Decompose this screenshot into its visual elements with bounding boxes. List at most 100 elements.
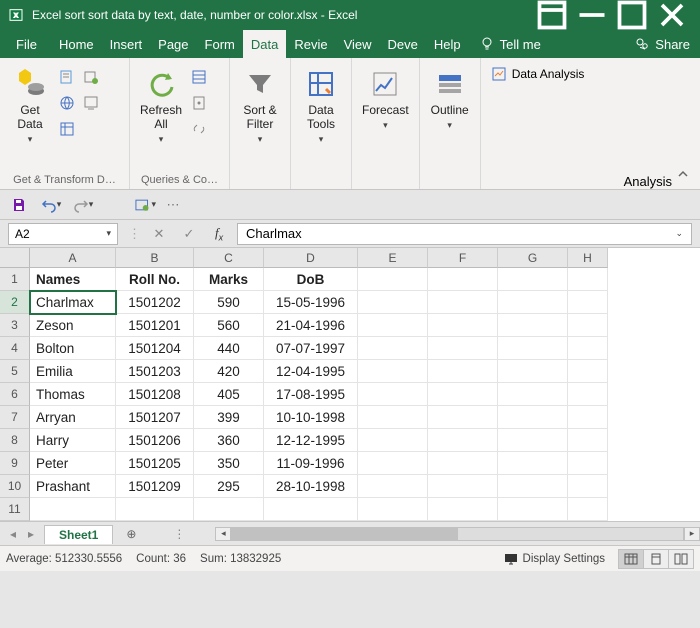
column-header-C[interactable]: C [194,248,264,268]
cell-C7[interactable]: 399 [194,406,264,429]
row-header-4[interactable]: 4 [0,337,30,360]
cell-C8[interactable]: 360 [194,429,264,452]
tab-home[interactable]: Home [51,30,102,58]
data-analysis-button[interactable]: Data Analysis [489,64,692,84]
queries-connections-button[interactable] [188,66,210,88]
row-header-7[interactable]: 7 [0,406,30,429]
cell-D2[interactable]: 15-05-1996 [264,291,358,314]
cell-F3[interactable] [428,314,498,337]
cell-F7[interactable] [428,406,498,429]
new-sheet-button[interactable]: ⊕ [119,524,143,544]
cell-C11[interactable] [194,498,264,521]
cell-E2[interactable] [358,291,428,314]
row-header-11[interactable]: 11 [0,498,30,521]
tab-view[interactable]: View [336,30,380,58]
from-table-range-button[interactable] [56,118,78,140]
tab-insert[interactable]: Insert [102,30,151,58]
row-header-9[interactable]: 9 [0,452,30,475]
row-header-3[interactable]: 3 [0,314,30,337]
from-text-csv-button[interactable] [56,66,78,88]
cell-E3[interactable] [358,314,428,337]
cell-D4[interactable]: 07-07-1997 [264,337,358,360]
cell-B10[interactable]: 1501209 [116,475,194,498]
cell-C3[interactable]: 560 [194,314,264,337]
ribbon-display-options[interactable] [532,0,572,30]
get-data-button[interactable]: Get Data ▾ [6,62,54,145]
cell-E1[interactable] [358,268,428,291]
cell-A11[interactable] [30,498,116,521]
page-break-view-button[interactable] [668,549,694,569]
cell-H2[interactable] [568,291,608,314]
cell-A8[interactable]: Harry [30,429,116,452]
cell-E10[interactable] [358,475,428,498]
cell-B11[interactable] [116,498,194,521]
tab-data[interactable]: Data [243,30,286,58]
cell-D11[interactable] [264,498,358,521]
row-header-5[interactable]: 5 [0,360,30,383]
share-button[interactable]: Share [624,30,700,58]
cell-B3[interactable]: 1501201 [116,314,194,337]
cell-H8[interactable] [568,429,608,452]
cell-H1[interactable] [568,268,608,291]
column-header-H[interactable]: H [568,248,608,268]
cell-B5[interactable]: 1501203 [116,360,194,383]
save-button[interactable] [8,194,30,216]
column-header-E[interactable]: E [358,248,428,268]
outline-button[interactable]: Outline ▾ [426,62,474,131]
row-header-1[interactable]: 1 [0,268,30,291]
cell-C5[interactable]: 420 [194,360,264,383]
cell-E5[interactable] [358,360,428,383]
cell-F11[interactable] [428,498,498,521]
maximize-button[interactable] [612,0,652,30]
cell-E4[interactable] [358,337,428,360]
cell-G11[interactable] [498,498,568,521]
cell-B7[interactable]: 1501207 [116,406,194,429]
cell-G8[interactable] [498,429,568,452]
name-box[interactable]: A2 ▾ [8,223,118,245]
cell-C10[interactable]: 295 [194,475,264,498]
cell-G6[interactable] [498,383,568,406]
forecast-button[interactable]: Forecast ▾ [358,62,413,131]
cell-C9[interactable]: 350 [194,452,264,475]
properties-button[interactable] [188,92,210,114]
cell-D5[interactable]: 12-04-1995 [264,360,358,383]
cell-A9[interactable]: Peter [30,452,116,475]
cell-A7[interactable]: Arryan [30,406,116,429]
from-web-button[interactable] [56,92,78,114]
cell-H11[interactable] [568,498,608,521]
column-header-B[interactable]: B [116,248,194,268]
cell-C2[interactable]: 590 [194,291,264,314]
cell-F8[interactable] [428,429,498,452]
existing-connections-button[interactable] [80,92,102,114]
cell-D3[interactable]: 21-04-1996 [264,314,358,337]
cell-E6[interactable] [358,383,428,406]
scroll-right-button[interactable]: ▸ [684,527,700,541]
collapse-ribbon-button[interactable] [674,165,692,183]
column-header-F[interactable]: F [428,248,498,268]
horizontal-scrollbar[interactable]: ◂ ▸ [215,526,700,542]
cell-G5[interactable] [498,360,568,383]
worksheet-grid[interactable]: ABCDEFGH1NamesRoll No.MarksDoB2Charlmax1… [0,248,700,521]
tab-help[interactable]: Help [426,30,469,58]
sheet-tab-sheet1[interactable]: Sheet1 [44,525,113,544]
cell-A6[interactable]: Thomas [30,383,116,406]
select-all-corner[interactable] [0,248,30,268]
recent-sources-button[interactable] [80,66,102,88]
cell-F10[interactable] [428,475,498,498]
cell-H3[interactable] [568,314,608,337]
enter-formula-button[interactable]: ✓ [177,223,201,245]
row-header-8[interactable]: 8 [0,429,30,452]
cell-G9[interactable] [498,452,568,475]
cell-A4[interactable]: Bolton [30,337,116,360]
tab-page[interactable]: Page [150,30,196,58]
cell-D10[interactable]: 28-10-1998 [264,475,358,498]
cell-A3[interactable]: Zeson [30,314,116,337]
cell-E9[interactable] [358,452,428,475]
cell-E7[interactable] [358,406,428,429]
cell-F4[interactable] [428,337,498,360]
cell-B1[interactable]: Roll No. [116,268,194,291]
cell-H9[interactable] [568,452,608,475]
cell-C4[interactable]: 440 [194,337,264,360]
formula-bar[interactable]: Charlmax ⌄ [237,223,692,245]
display-settings-button[interactable]: Display Settings [503,551,605,567]
